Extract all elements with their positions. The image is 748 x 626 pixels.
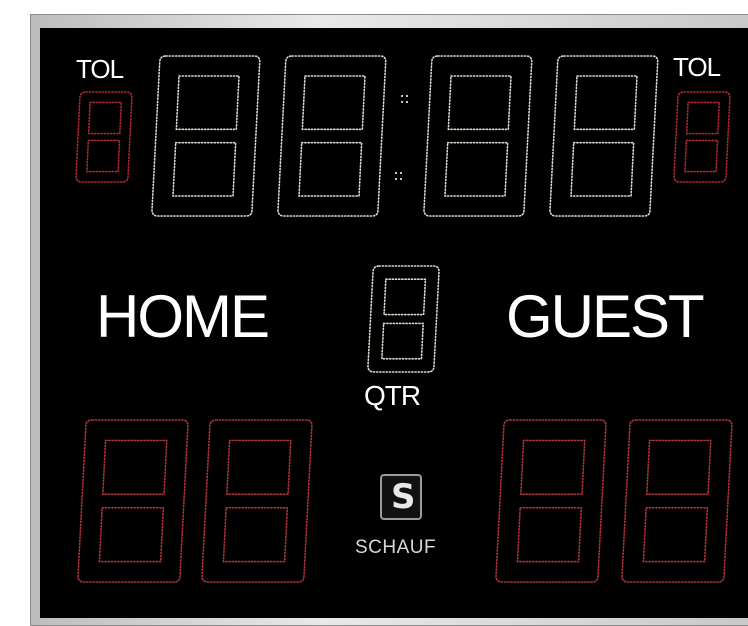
clock-digit-1 bbox=[151, 55, 261, 217]
led-segments bbox=[673, 91, 731, 183]
timeout-right-label: TOL bbox=[673, 52, 721, 82]
timeout-left-label: TOL bbox=[76, 54, 124, 84]
logo-letter: S bbox=[391, 477, 416, 517]
clock-digit-3 bbox=[423, 55, 533, 217]
schauf-logo-icon: S bbox=[380, 474, 422, 520]
led-segments bbox=[423, 55, 533, 217]
home-score-digit-2 bbox=[201, 419, 313, 583]
led-segments bbox=[77, 419, 189, 583]
home-label: HOME bbox=[96, 283, 270, 350]
guest-label: GUEST bbox=[506, 283, 705, 350]
led-segments bbox=[495, 419, 607, 583]
led-segments bbox=[201, 419, 313, 583]
led-segments bbox=[621, 419, 733, 583]
brand-name: SCHAUF bbox=[355, 537, 437, 558]
quarter-digit bbox=[367, 265, 440, 373]
led-segments bbox=[151, 55, 261, 217]
home-score-digit-1 bbox=[77, 419, 189, 583]
guest-score-digit-1 bbox=[495, 419, 607, 583]
led-segments bbox=[549, 55, 659, 217]
quarter-label: QTR bbox=[364, 380, 421, 411]
timeout-right-digit bbox=[673, 91, 731, 183]
led-segments bbox=[277, 55, 387, 217]
led-segments bbox=[367, 265, 440, 373]
clock-digit-2 bbox=[277, 55, 387, 217]
timeout-left-digit bbox=[75, 91, 133, 183]
clock-digit-4 bbox=[549, 55, 659, 217]
guest-score-digit-2 bbox=[621, 419, 733, 583]
led-segments bbox=[75, 91, 133, 183]
